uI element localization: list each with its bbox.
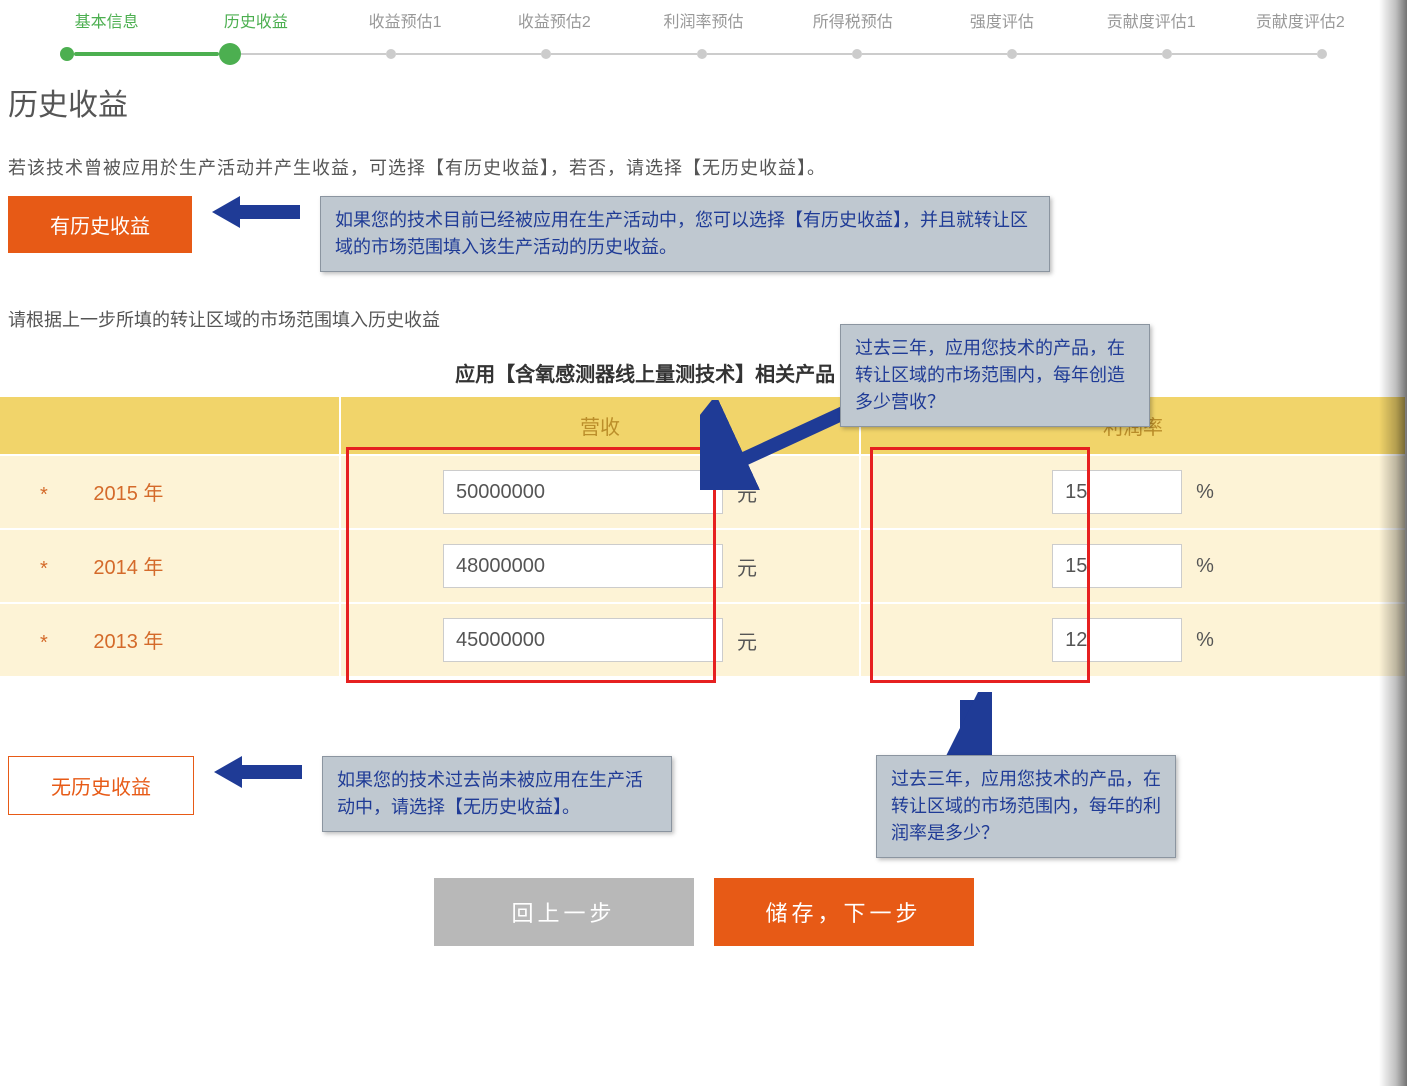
unit-label: %	[1196, 555, 1214, 578]
step-contrib1[interactable]: 贡献度评估1	[1077, 8, 1226, 32]
annotation-arrow	[214, 756, 302, 788]
stepper-track	[60, 52, 1327, 56]
year-label: 2013 年	[93, 631, 163, 653]
track-segment	[1017, 53, 1162, 55]
year-cell: * 2014 年	[0, 529, 340, 603]
track-segment	[74, 52, 219, 56]
no-history-button[interactable]: 无历史收益	[8, 756, 194, 815]
step-label: 贡献度评估2	[1256, 14, 1345, 31]
instruction-text: 若该技术曾被应用於生产活动并产生收益，可选择【有历史收益】，若否，请选择【无历史…	[0, 134, 1407, 190]
step-dot	[852, 49, 862, 59]
step-tax-est[interactable]: 所得税预估	[778, 8, 927, 32]
instruction-text-2: 请根据上一步所填的转让区域的市场范围填入历史收益	[0, 278, 1407, 340]
step-history-income[interactable]: 历史收益	[181, 8, 330, 32]
track-segment	[551, 53, 696, 55]
step-label: 贡献度评估1	[1107, 14, 1196, 31]
year-label: 2014 年	[93, 557, 163, 579]
year-cell: * 2013 年	[0, 603, 340, 676]
step-income-est2[interactable]: 收益预估2	[480, 8, 629, 32]
no-history-row: 无历史收益 如果您的技术过去尚未被应用在生产活动中，请选择【无历史收益】。	[0, 750, 1407, 838]
step-label: 强度评估	[970, 14, 1034, 31]
has-history-row: 有历史收益 如果您的技术目前已经被应用在生产活动中，您可以选择【有历史收益】，并…	[0, 190, 1407, 278]
step-label: 基本信息	[75, 14, 139, 31]
track-segment	[396, 53, 541, 55]
has-history-button[interactable]: 有历史收益	[8, 196, 192, 253]
annotation-tooltip-has-history: 如果您的技术目前已经被应用在生产活动中，您可以选择【有历史收益】，并且就转让区域…	[320, 196, 1050, 272]
table-header-year	[0, 397, 340, 455]
unit-label: 元	[737, 552, 757, 581]
step-dot	[1162, 49, 1172, 59]
annotation-arrow	[212, 196, 300, 228]
step-dot	[60, 47, 74, 61]
required-mark: *	[40, 632, 48, 655]
step-profit-est[interactable]: 利润率预估	[629, 8, 778, 32]
highlight-profit-column	[870, 447, 1090, 683]
step-label: 收益预估2	[518, 14, 591, 31]
annotation-tooltip-revenue: 过去三年，应用您技术的产品，在转让区域的市场范围内，每年创造多少营收？	[840, 324, 1150, 427]
step-contrib2[interactable]: 贡献度评估2	[1226, 8, 1375, 32]
track-segment	[862, 53, 1007, 55]
step-label: 所得税预估	[813, 14, 893, 31]
unit-label: 元	[737, 626, 757, 655]
step-label: 历史收益	[224, 14, 288, 31]
annotation-tooltip-profit: 过去三年，应用您技术的产品，在转让区域的市场范围内，每年的利润率是多少？	[876, 755, 1176, 858]
section-heading: 应用【含氧感测器线上量测技术】相关产品 / 服务产生的	[0, 340, 1407, 393]
step-basic-info[interactable]: 基本信息	[32, 8, 181, 32]
year-label: 2015 年	[93, 483, 163, 505]
annotation-arrow-profit	[942, 692, 992, 762]
tooltip-text: 过去三年，应用您技术的产品，在转让区域的市场范围内，每年创造多少营收？	[840, 324, 1150, 427]
step-label: 收益预估1	[369, 14, 442, 31]
step-strength[interactable]: 强度评估	[927, 8, 1076, 32]
required-mark: *	[40, 558, 48, 581]
step-dot	[1007, 49, 1017, 59]
step-income-est1[interactable]: 收益预估1	[330, 8, 479, 32]
step-dot	[697, 49, 707, 59]
tooltip-text: 过去三年，应用您技术的产品，在转让区域的市场范围内，每年的利润率是多少？	[876, 755, 1176, 858]
required-mark: *	[40, 484, 48, 507]
unit-label: %	[1196, 481, 1214, 504]
track-segment	[241, 53, 386, 55]
annotation-tooltip-no-history: 如果您的技术过去尚未被应用在生产活动中，请选择【无历史收益】。	[322, 756, 672, 832]
year-cell: * 2015 年	[0, 455, 340, 529]
track-segment	[707, 53, 852, 55]
prev-button[interactable]: 回上一步	[434, 878, 694, 946]
step-label: 利润率预估	[663, 14, 743, 31]
stepper: 基本信息 历史收益 收益预估1 收益预估2 利润率预估 所得税预估 强度评估 贡…	[0, 0, 1407, 48]
footer-buttons: 回上一步 储存，下一步	[0, 838, 1407, 966]
unit-label: %	[1196, 629, 1214, 652]
step-dot	[1317, 49, 1327, 59]
track-segment	[1172, 53, 1317, 55]
step-dot-current	[219, 43, 241, 65]
page-title: 历史收益	[0, 48, 1407, 134]
highlight-revenue-column	[346, 447, 716, 683]
annotation-arrow-revenue	[700, 400, 860, 490]
save-next-button[interactable]: 储存，下一步	[714, 878, 974, 946]
